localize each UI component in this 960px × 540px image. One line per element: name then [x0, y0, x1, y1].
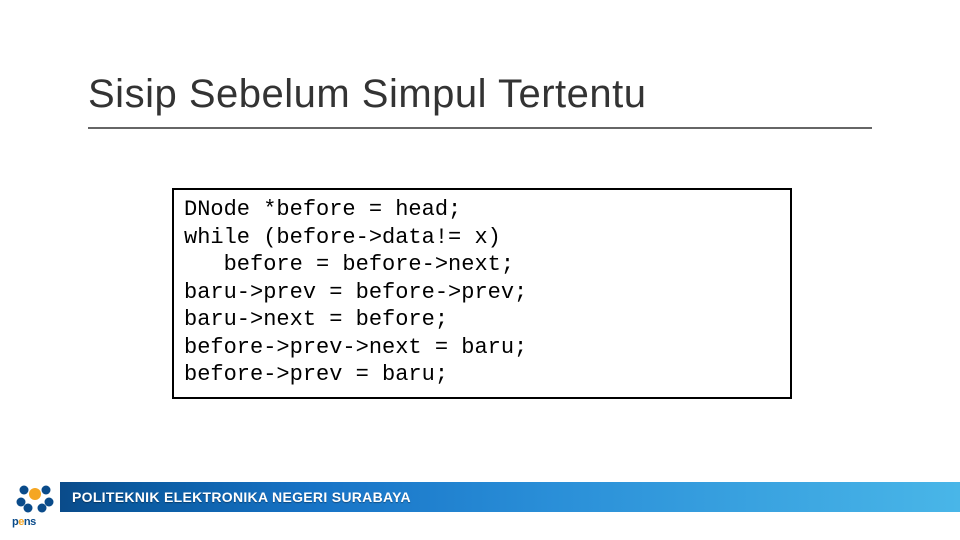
slide-title: Sisip Sebelum Simpul Tertentu — [88, 72, 872, 117]
code-line: before->prev = baru; — [184, 361, 780, 389]
code-line: DNode *before = head; — [184, 196, 780, 224]
logo-letter: ns — [24, 516, 36, 528]
code-box: DNode *before = head; while (before->dat… — [172, 188, 792, 399]
title-underline — [88, 127, 872, 129]
pens-logo-text: pens — [12, 516, 36, 528]
footer-text: POLITEKNIK ELEKTRONIKA NEGERI SURABAYA — [72, 489, 411, 505]
code-line: baru->next = before; — [184, 306, 780, 334]
code-line: before = before->next; — [184, 251, 780, 279]
code-line: baru->prev = before->prev; — [184, 279, 780, 307]
footer-bar: POLITEKNIK ELEKTRONIKA NEGERI SURABAYA — [60, 482, 960, 512]
slide: Sisip Sebelum Simpul Tertentu DNode *bef… — [0, 0, 960, 540]
code-line: before->prev->next = baru; — [184, 334, 780, 362]
title-block: Sisip Sebelum Simpul Tertentu — [88, 72, 872, 129]
code-line: while (before->data!= x) — [184, 224, 780, 252]
